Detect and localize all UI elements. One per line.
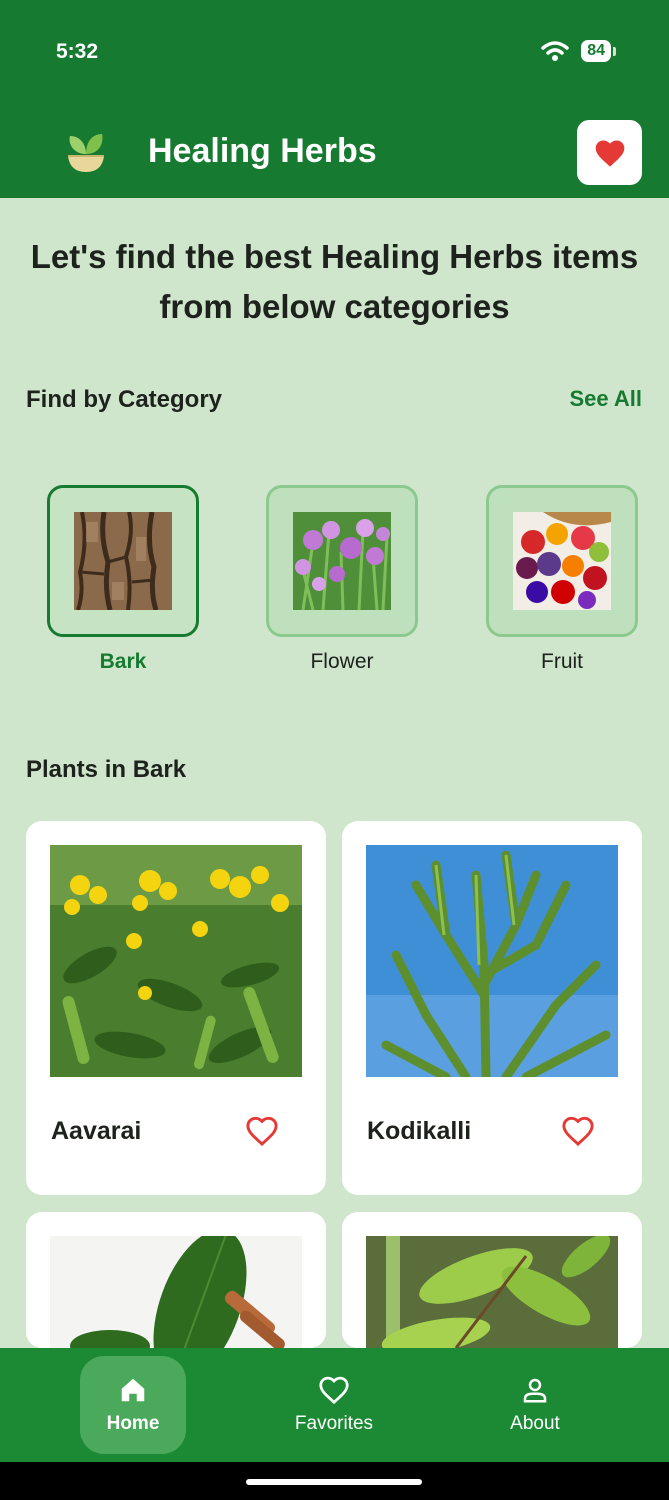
cinnamon-image xyxy=(50,1236,302,1348)
nav-about[interactable]: About xyxy=(482,1356,588,1454)
page-headline: Let's find the best Healing Herbs items … xyxy=(30,238,639,325)
home-indicator[interactable] xyxy=(246,1479,422,1485)
aavarai-image xyxy=(50,845,302,1077)
plant-name: Aavarai xyxy=(51,1117,142,1145)
nav-about-label: About xyxy=(510,1413,560,1434)
wifi-icon xyxy=(541,41,569,61)
category-label-flower: Flower xyxy=(310,650,374,673)
category-section-title: Find by Category xyxy=(26,386,223,413)
status-time: 5:32 xyxy=(56,40,99,63)
leaf-plant-image xyxy=(366,1236,618,1348)
bark-image xyxy=(74,512,172,610)
home-icon xyxy=(121,1378,145,1402)
favorites-button[interactable] xyxy=(577,120,642,185)
nav-favorites[interactable]: Favorites xyxy=(281,1356,387,1454)
plant-card[interactable] xyxy=(26,1212,326,1348)
app-title: Healing Herbs xyxy=(148,132,377,170)
nav-home-label: Home xyxy=(106,1413,160,1434)
plant-card-aavarai[interactable]: Aavarai xyxy=(26,821,326,1195)
nav-home[interactable]: Home xyxy=(80,1356,186,1454)
plant-card[interactable] xyxy=(342,1212,642,1348)
category-tile-flower[interactable] xyxy=(266,485,418,637)
status-icons: 84 xyxy=(541,40,616,62)
flower-image xyxy=(293,512,391,610)
heart-icon xyxy=(319,1376,349,1405)
bottom-navigation: Home Favorites About xyxy=(0,1348,669,1462)
see-all-link[interactable]: See All xyxy=(569,386,642,412)
person-icon xyxy=(523,1378,547,1403)
heart-icon xyxy=(595,139,624,167)
plant-name: Kodikalli xyxy=(367,1117,472,1145)
herb-logo-icon xyxy=(68,134,104,172)
fruit-image xyxy=(513,512,611,610)
kodikalli-image xyxy=(366,845,618,1077)
app-header: 5:32 84 Healing Herbs xyxy=(0,0,669,198)
category-tile-bark[interactable] xyxy=(47,485,199,637)
nav-favorites-label: Favorites xyxy=(294,1413,374,1434)
heart-outline-icon[interactable] xyxy=(244,1115,280,1147)
category-label-bark: Bark xyxy=(99,650,147,673)
heart-outline-icon[interactable] xyxy=(560,1115,596,1147)
plants-section-title: Plants in Bark xyxy=(26,756,187,783)
plant-card-kodikalli[interactable]: Kodikalli xyxy=(342,821,642,1195)
category-tile-fruit[interactable] xyxy=(486,485,638,637)
battery-indicator: 84 xyxy=(581,40,616,62)
category-label-fruit: Fruit xyxy=(541,650,583,673)
